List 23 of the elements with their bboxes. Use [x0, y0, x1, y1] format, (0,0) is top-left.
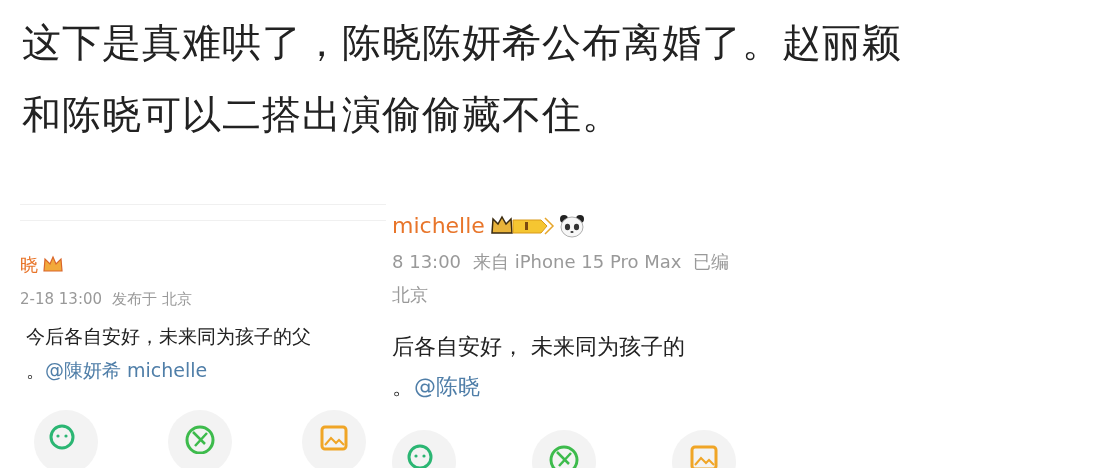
- mention-link[interactable]: @陈晓: [414, 374, 480, 399]
- post-location: 北京: [392, 283, 429, 307]
- crown-icon: [42, 254, 64, 274]
- headline-text: 这下是真难哄了，陈晓陈妍希公布离婚了。赵丽颖: [22, 19, 903, 67]
- image-share-button[interactable]: [302, 410, 366, 468]
- post-meta: 已编: [693, 250, 730, 274]
- post-text: 后各自安好， 未来同为孩子的: [392, 333, 686, 361]
- post-meta: 来自 iPhone 15 Pro Max: [473, 250, 682, 274]
- mention-link[interactable]: @陳妍希 michelle: [45, 359, 208, 381]
- user-name: 晓: [20, 252, 38, 277]
- post-text: 今后各自安好，未来同为孩子的父: [26, 324, 312, 349]
- post-meta: 2-18 13:00: [20, 288, 103, 310]
- moments-share-button[interactable]: [168, 410, 232, 468]
- post-meta: 8 13:00: [392, 250, 462, 274]
- user-name: michelle: [392, 212, 485, 240]
- panda-icon: [558, 213, 585, 238]
- headline-text: 和陈晓可以二搭出演偷偷藏不住。: [22, 91, 623, 139]
- post-text: 。@陳妍希 michelle: [26, 358, 209, 383]
- image-icon: [689, 444, 719, 468]
- post-text: 。@陈晓: [392, 373, 481, 401]
- chat-share-button[interactable]: [34, 410, 98, 468]
- image-icon: [319, 424, 349, 452]
- post-meta: 发布于 北京: [112, 288, 192, 310]
